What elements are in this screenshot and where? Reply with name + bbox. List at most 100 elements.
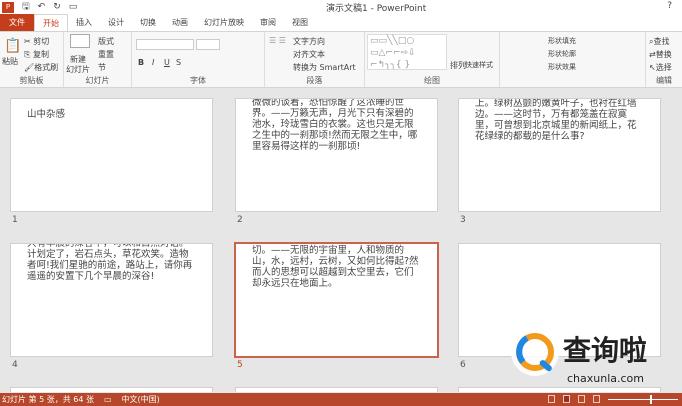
editing-group: ⌕查找 ⇄替换 ↖选择 编辑 [645,32,682,87]
bold-button[interactable]: B [138,58,144,67]
replace-icon: ⇄ [649,50,656,59]
copy-button[interactable]: ⎘ 复制 [24,49,49,60]
arrange-button[interactable]: 排列 [450,60,466,71]
cursor-icon: ↖ [649,63,656,72]
shape-fill-button[interactable]: 形状填充 [548,36,576,46]
slide-thumbnail-4[interactable]: 只有早晨的深谷中，可以和自然对话。计划定了，岩石点头，草花欢笑。造物者呵!我们星… [10,243,213,357]
svg-text:查询啦: 查询啦 [563,334,647,367]
tab-transitions[interactable]: 切换 [132,14,164,31]
tab-design[interactable]: 设计 [100,14,132,31]
start-slideshow-icon[interactable]: ▭ [69,2,78,12]
tab-view[interactable]: 视图 [284,14,316,31]
cut-label: 剪切 [33,37,50,46]
font-size-select[interactable] [196,39,220,50]
cut-button[interactable]: ✂ 剪切 [24,36,49,47]
copy-icon: ⎘ [24,50,31,59]
scissors-icon: ✂ [24,37,31,46]
section-button[interactable]: 节 [98,62,106,73]
zoom-slider[interactable] [608,394,678,404]
select-button[interactable]: ↖选择 [649,62,672,73]
undo-icon[interactable]: ↶ [38,2,46,12]
redo-icon[interactable]: ↻ [53,2,61,12]
align-text-button[interactable]: 对齐文本 [293,49,325,60]
layout-button[interactable]: 版式 [98,36,114,47]
slide-number: 6 [460,360,466,370]
ribbon-tabs: 文件 开始 插入 设计 切换 动画 幻灯片放映 审阅 视图 [0,13,682,32]
italic-button[interactable]: I [152,58,154,67]
paste-icon[interactable]: 📋 [4,38,21,54]
shape-format-group: 形状填充 形状轮廓 形状效果 [500,32,600,87]
language-status[interactable]: 中文(中国) [122,394,160,405]
save-icon[interactable]: 🖫 [22,0,30,15]
reading-view-icon[interactable] [578,395,585,403]
watermark-logo: 查询啦 chaxunla.com [511,328,647,385]
shape-outline-button[interactable]: 形状轮廓 [548,49,576,59]
tab-file[interactable]: 文件 [0,14,34,31]
slide-thumbnail-3[interactable]: 上。绿树丛颤的嫩黄叶子，也衬在红墙边。——这时节，万有都笼盖在寂寞里，可曾想到北… [458,98,661,212]
editing-label: 编辑 [656,76,672,85]
paragraph-group: ☰ ☰ 文字方向 对齐文本 转换为 SmartArt 段落 [265,32,365,87]
slideshow-view-icon[interactable] [593,395,600,403]
status-bar: 幻灯片 第 5 张，共 64 张 ▭ 中文(中国) [0,393,682,406]
slide-thumbnail-7[interactable] [10,387,213,392]
new-slide-label-2[interactable]: 幻灯片 [66,64,90,75]
brush-icon: 🖌 [24,63,35,72]
drawing-label: 绘图 [424,76,440,85]
slide-number: 3 [460,215,466,225]
slide-sorter-view-icon[interactable] [563,395,570,403]
tab-insert[interactable]: 插入 [68,14,100,31]
slide-thumbnail-5[interactable]: 切。——无限的宇宙里，人和物质的山，水，远村，云树，又如何比得起?然而人的思想可… [234,242,439,358]
shape-effects-button[interactable]: 形状效果 [548,62,576,72]
select-label: 选择 [655,63,672,72]
find-label: 查找 [653,37,670,46]
slide-text: 切。——无限的宇宙里，人和物质的山，水，远村，云树，又如何比得起?然而人的思想可… [252,245,419,289]
slide-number: 4 [12,360,18,370]
paste-button[interactable]: 粘贴 [2,56,18,67]
slide-thumbnail-1[interactable]: 山中杂感 [10,98,213,212]
tab-home[interactable]: 开始 [34,13,68,32]
slide-thumbnail-8[interactable] [235,387,438,392]
replace-label: 替换 [655,50,672,59]
quick-styles-button[interactable]: 快速样式 [465,60,493,70]
slide-number: 2 [237,215,243,225]
new-slide-icon[interactable] [70,34,90,48]
slide-text: 上。绿树丛颤的嫩黄叶子，也衬在红墙边。——这时节，万有都笼盖在寂寞里，可曾想到北… [475,98,637,142]
shadow-button[interactable]: S [176,58,181,67]
font-label: 字体 [190,76,206,85]
find-button[interactable]: ⌕查找 [649,36,669,47]
slide-thumbnail-2[interactable]: 微微的谈着，恐怕惊醒了这浓睡的世界。——万籁无声，月光下只有深碧的池水，玲珑雪白… [235,98,438,212]
format-painter-label: 格式刷 [34,63,59,72]
text-direction-button[interactable]: 文字方向 [293,36,325,47]
slide-count-status: 幻灯片 第 5 张，共 64 张 [2,395,94,404]
tab-review[interactable]: 审阅 [252,14,284,31]
tab-animations[interactable]: 动画 [164,14,196,31]
bullets-icon[interactable]: ☰ ☰ [269,36,286,45]
powerpoint-logo-icon: P [2,1,14,13]
underline-button[interactable]: U [164,58,170,67]
font-name-select[interactable] [136,39,194,50]
normal-view-icon[interactable] [548,395,555,403]
slide-number: 5 [237,360,243,370]
font-group: B I U S 字体 [132,32,265,87]
slide-number: 1 [12,215,18,225]
copy-label: 复制 [32,50,49,59]
replace-button[interactable]: ⇄替换 [649,49,672,60]
clipboard-label: 剪贴板 [19,76,44,85]
notes-icon[interactable]: ▭ [104,395,112,404]
format-painter-button[interactable]: 🖌格式刷 [24,62,58,73]
slides-label: 幻灯片 [85,76,110,85]
reset-button[interactable]: 重置 [98,49,114,60]
drawing-group: ▭▭╲╲□○ ▭△⌐⌐⇨⇩ ⌐↰╮╮{ } 排列 快速样式 绘图 [365,32,500,87]
zoom-slider-thumb[interactable] [650,394,652,404]
title-bar: P 🖫 ↶ ↻ ▭ 演示文稿1 - PowerPoint ? [0,0,682,14]
ribbon: 📋 粘贴 ✂ 剪切 ⎘ 复制 🖌格式刷 剪贴板 新建 幻灯片 版式 重置 节 幻… [0,31,682,88]
window-title: 演示文稿1 - PowerPoint [326,4,427,14]
slide-text: 微微的谈着，恐怕惊醒了这浓睡的世界。——万籁无声，月光下只有深碧的池水，玲珑雪白… [252,98,418,152]
svg-text:chaxunla.com: chaxunla.com [567,372,644,385]
clipboard-group: 📋 粘贴 ✂ 剪切 ⎘ 复制 🖌格式刷 剪贴板 [0,32,64,87]
shapes-gallery[interactable]: ▭▭╲╲□○ ▭△⌐⌐⇨⇩ ⌐↰╮╮{ } [367,34,447,70]
slide-text: 只有早晨的深谷中，可以和自然对话。计划定了，岩石点头，草花欢笑。造物者呵!我们星… [27,243,193,282]
tab-slideshow[interactable]: 幻灯片放映 [196,14,252,31]
help-icon[interactable]: ? [667,1,672,11]
convert-smartart-button[interactable]: 转换为 SmartArt [293,62,356,73]
